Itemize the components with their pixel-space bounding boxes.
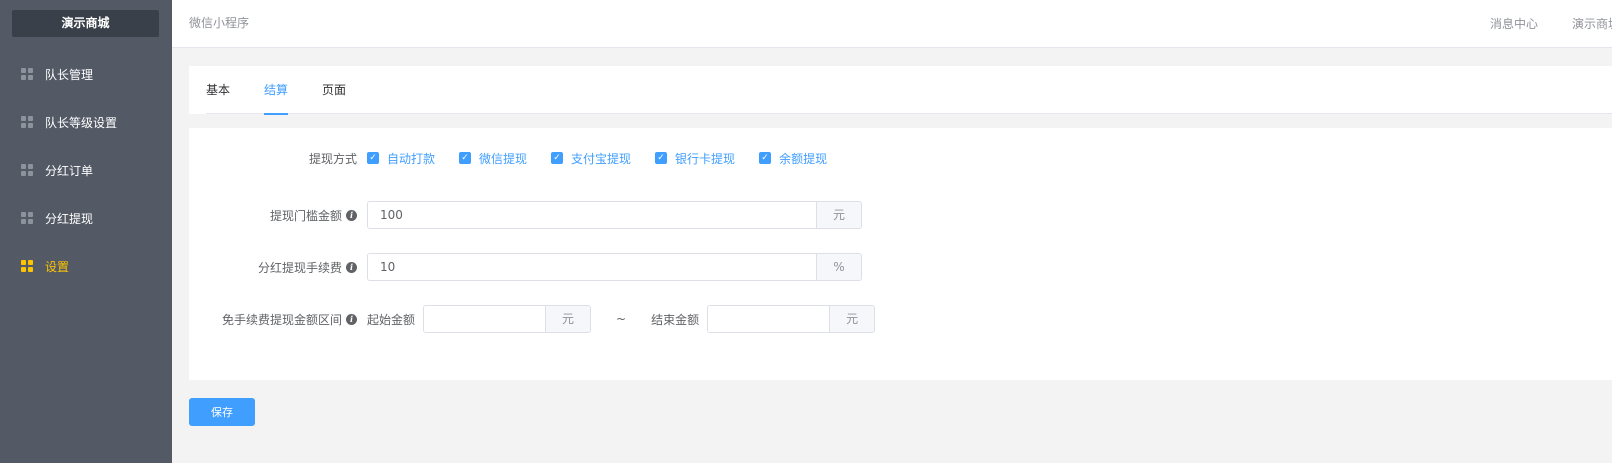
settings-tabs: 基本 结算 页面: [206, 66, 1612, 115]
check-icon: ✓: [551, 152, 564, 164]
end-amount-unit: 元: [829, 306, 875, 332]
start-amount-label: 起始金额: [367, 312, 416, 327]
info-icon[interactable]: i: [346, 261, 357, 273]
checkbox-alipay-withdrawal[interactable]: ✓ 支付宝提现: [551, 150, 631, 167]
grid-icon: [21, 116, 33, 128]
sidebar-item-settings[interactable]: 设置: [0, 242, 172, 290]
check-icon: ✓: [759, 152, 772, 164]
brand-title[interactable]: 演示商城: [12, 10, 159, 37]
withdraw-method-label: 提现方式: [308, 151, 357, 166]
start-amount-input-group: 元: [423, 305, 592, 333]
save-button[interactable]: 保存: [189, 398, 255, 426]
check-icon: ✓: [459, 152, 472, 164]
sidebar-nav: 队长管理 队长等级设置 分红订单 分红提现 设置: [0, 50, 172, 290]
start-amount-unit: 元: [545, 306, 591, 332]
info-icon[interactable]: i: [346, 209, 357, 221]
info-icon[interactable]: i: [346, 313, 357, 325]
end-amount-input[interactable]: [708, 306, 830, 332]
sidebar: 演示商城 队长管理 队长等级设置 分红订单 分红提现 设置: [0, 0, 172, 463]
grid-icon: [21, 260, 33, 272]
fee-input-group: %: [367, 253, 862, 281]
fee-row: 分红提现手续费 i %: [189, 253, 1612, 281]
fee-unit: %: [816, 254, 861, 280]
checkbox-wechat-withdrawal[interactable]: ✓ 微信提现: [459, 150, 527, 167]
tab-settlement[interactable]: 结算: [264, 66, 289, 115]
range-separator: ~: [616, 312, 627, 326]
header-title: 微信小程序: [189, 16, 250, 30]
sidebar-item-label: 设置: [45, 259, 70, 274]
sidebar-item-dividend-withdrawal[interactable]: 分红提现: [0, 194, 172, 242]
threshold-input-group: 元: [367, 201, 862, 229]
check-icon: ✓: [367, 152, 379, 164]
threshold-input[interactable]: [368, 202, 816, 228]
tabs-card: 基本 结算 页面: [189, 66, 1612, 115]
threshold-unit: 元: [816, 202, 861, 228]
top-header: 微信小程序 消息中心 演示商城: [172, 0, 1612, 48]
check-icon: ✓: [655, 152, 668, 164]
fee-free-range-label: 免手续费提现金额区间 i: [189, 311, 367, 328]
threshold-label: 提现门槛金额 i: [189, 207, 367, 224]
checkbox-balance-withdrawal[interactable]: ✓ 余额提现: [759, 150, 827, 167]
sidebar-item-label: 队长等级设置: [45, 115, 118, 130]
sidebar-item-captain-management[interactable]: 队长管理: [0, 50, 172, 98]
sidebar-item-label: 分红提现: [45, 211, 94, 226]
sidebar-item-label: 队长管理: [45, 67, 94, 82]
sidebar-item-captain-level-settings[interactable]: 队长等级设置: [0, 98, 172, 146]
fee-label: 分红提现手续费 i: [189, 259, 367, 276]
grid-icon: [21, 164, 33, 176]
checkbox-auto-payment[interactable]: ✓ 自动打款: [367, 150, 435, 167]
tab-basic[interactable]: 基本: [206, 66, 230, 114]
withdraw-method-row: 提现方式 ✓ 自动打款 ✓ 微信提现 ✓ 支付宝提现 ✓ 银行卡提现 ✓ 余额提…: [189, 146, 1612, 170]
end-amount-label: 结束金额: [651, 312, 700, 327]
fee-free-range-row: 免手续费提现金额区间 i 起始金额 元 ~ 结束金额 元: [189, 305, 1612, 333]
grid-icon: [21, 68, 33, 80]
checkbox-bankcard-withdrawal[interactable]: ✓ 银行卡提现: [655, 150, 735, 167]
sidebar-item-label: 分红订单: [45, 163, 94, 178]
sidebar-item-dividend-orders[interactable]: 分红订单: [0, 146, 172, 194]
fee-input[interactable]: [368, 254, 816, 280]
grid-icon: [21, 212, 33, 224]
settlement-form: 提现方式 ✓ 自动打款 ✓ 微信提现 ✓ 支付宝提现 ✓ 银行卡提现 ✓ 余额提…: [189, 128, 1612, 380]
tab-page[interactable]: 页面: [322, 66, 346, 114]
store-menu-link[interactable]: 演示商城: [1572, 15, 1612, 32]
threshold-row: 提现门槛金额 i 元: [189, 201, 1612, 229]
start-amount-input[interactable]: [424, 306, 546, 332]
message-center-link[interactable]: 消息中心: [1490, 15, 1538, 32]
header-links: 消息中心 演示商城: [1490, 0, 1612, 46]
end-amount-input-group: 元: [707, 305, 876, 333]
withdraw-method-options: ✓ 自动打款 ✓ 微信提现 ✓ 支付宝提现 ✓ 银行卡提现 ✓ 余额提现: [367, 150, 851, 167]
